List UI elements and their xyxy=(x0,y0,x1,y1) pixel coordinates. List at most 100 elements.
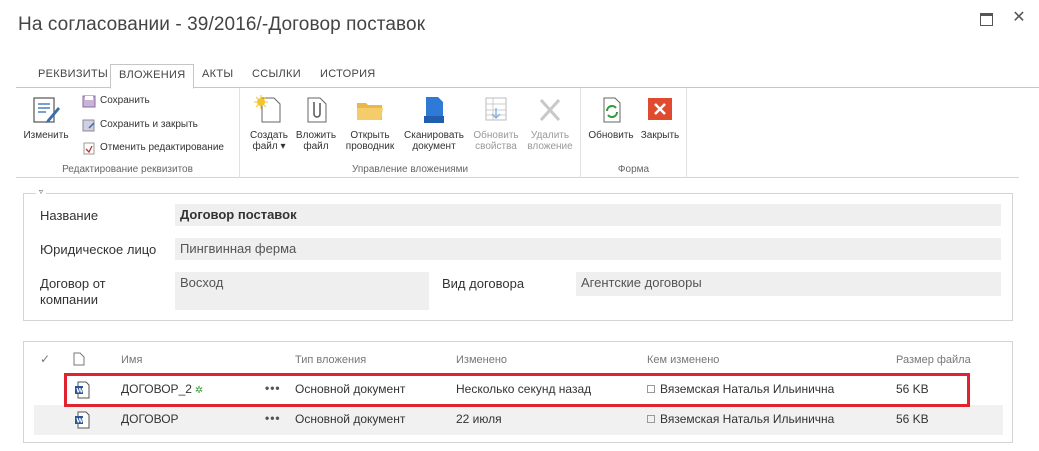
modified-by-name: Вяземская Наталья Ильинична xyxy=(660,382,835,396)
contract-type-label: Вид договора xyxy=(442,276,525,291)
save-close-label: Сохранить и закрыть xyxy=(100,119,198,130)
file-type-header-icon xyxy=(73,352,85,366)
item-menu-button[interactable]: ••• xyxy=(265,381,281,395)
edit-label: Изменить xyxy=(23,130,69,141)
delete-attachment-label-1: Удалить xyxy=(530,130,570,141)
scan-document-button[interactable]: Сканировать документ xyxy=(400,94,468,152)
form-refresh-label: Обновить xyxy=(588,130,634,141)
ribbon-tabs: РЕКВИЗИТЫ ВЛОЖЕНИЯ АКТЫ ССЫЛКИ ИСТОРИЯ xyxy=(16,64,1039,89)
tab-history[interactable]: ИСТОРИЯ xyxy=(312,64,384,88)
maximize-icon[interactable] xyxy=(978,10,994,26)
save-close-icon xyxy=(82,119,95,132)
scan-icon xyxy=(424,97,444,123)
modified-by[interactable]: Вяземская Наталья Ильинична xyxy=(647,412,834,426)
file-name[interactable]: ДОГОВОР_2 ✲ xyxy=(121,382,203,396)
file-size: 56 KB xyxy=(896,382,929,396)
refresh-properties-label-1: Обновить xyxy=(473,130,519,141)
create-file-button[interactable]: Создать файл ▾ xyxy=(244,94,294,152)
ribbon-group-attachments: Создать файл ▾ Вложить файл Открыть пров… xyxy=(240,88,581,178)
ribbon-group-label-attachments: Управление вложениями xyxy=(351,164,469,175)
open-explorer-button[interactable]: Открыть проводник xyxy=(340,94,400,152)
column-modified-by[interactable]: Кем изменено xyxy=(647,354,719,366)
create-file-label-1: Создать xyxy=(249,130,288,141)
folder-icon xyxy=(357,103,383,120)
file-size: 56 KB xyxy=(896,412,929,426)
refresh-properties-button[interactable]: Обновить свойства xyxy=(470,94,522,152)
collapse-caret-icon[interactable]: ▿ xyxy=(36,187,46,197)
save-label: Сохранить xyxy=(100,95,150,106)
file-name[interactable]: ДОГОВОР xyxy=(121,412,179,426)
edit-button[interactable]: Изменить xyxy=(22,94,70,141)
name-value: Договор поставок xyxy=(175,204,1001,226)
page-title: На согласовании - 39/2016/-Договор поста… xyxy=(18,14,426,35)
svg-text:W: W xyxy=(76,387,83,395)
save-button[interactable]: Сохранить xyxy=(80,93,150,109)
company-label-1: Договор от xyxy=(40,276,106,291)
open-explorer-label-1: Открыть xyxy=(350,130,390,141)
close-red-icon xyxy=(648,98,672,120)
tab-requisites[interactable]: РЕКВИЗИТЫ xyxy=(30,64,116,88)
attachment-type: Основной документ xyxy=(295,412,406,426)
presence-indicator xyxy=(647,385,655,393)
close-icon[interactable]: ✕ xyxy=(1011,10,1027,26)
presence-indicator xyxy=(647,415,655,423)
form-close-label: Закрыть xyxy=(640,130,680,141)
modified-date: 22 июля xyxy=(456,412,502,426)
company-label: Договор от компании xyxy=(40,276,106,308)
refresh-properties-label-2: свойства xyxy=(475,141,517,152)
ribbon-group-label-edit: Редактирование реквизитов xyxy=(62,164,193,175)
refresh-icon xyxy=(603,97,621,123)
save-icon xyxy=(82,95,96,108)
delete-attachment-label-2: вложение xyxy=(527,141,573,152)
create-file-label-2: файл ▾ xyxy=(252,141,286,152)
ribbon-group-form: Обновить Закрыть Форма xyxy=(581,88,687,178)
select-all-checkbox[interactable]: ✓ xyxy=(40,352,50,366)
legal-entity-label: Юридическое лицо xyxy=(40,242,157,257)
scan-document-label-2: документ xyxy=(412,141,456,152)
table-row[interactable]: W ДОГОВОР_2 ✲ ••• Основной документ Неско… xyxy=(34,375,1003,405)
contract-type-value: Агентские договоры xyxy=(576,272,1001,296)
table-row[interactable]: W ДОГОВОР ••• Основной документ 22 июля … xyxy=(34,405,1003,435)
tab-links[interactable]: ССЫЛКИ xyxy=(244,64,309,88)
tab-acts[interactable]: АКТЫ xyxy=(194,64,241,88)
cancel-edit-icon xyxy=(83,142,95,155)
legal-entity-value: Пингвинная ферма xyxy=(175,238,1001,260)
paperclip-icon xyxy=(307,97,327,123)
modified-by[interactable]: Вяземская Наталья Ильинична xyxy=(647,382,834,396)
word-document-icon: W xyxy=(75,411,90,429)
open-explorer-label-2: проводник xyxy=(345,141,395,152)
attach-file-label-2: файл xyxy=(303,141,329,152)
scan-document-label-1: Сканировать xyxy=(404,130,464,141)
cancel-edit-button[interactable]: Отменить редактирование xyxy=(80,140,224,156)
name-label: Название xyxy=(40,208,99,223)
company-label-2: компании xyxy=(40,292,98,307)
delete-x-icon xyxy=(539,98,561,122)
svg-text:W: W xyxy=(76,417,83,425)
form-close-button[interactable]: Закрыть xyxy=(637,94,683,141)
ribbon-group-edit: Изменить Сохранить Сохранить и закрыть О… xyxy=(16,88,240,178)
edit-form-icon xyxy=(33,97,60,123)
attachment-type: Основной документ xyxy=(295,382,406,396)
tab-attachments[interactable]: ВЛОЖЕНИЯ xyxy=(110,64,195,89)
company-value: Восход xyxy=(175,272,429,310)
attach-file-button[interactable]: Вложить файл xyxy=(292,94,340,152)
attach-file-label-1: Вложить xyxy=(295,130,337,141)
item-menu-button[interactable]: ••• xyxy=(265,411,281,425)
form-refresh-button[interactable]: Обновить xyxy=(585,94,637,141)
delete-attachment-button[interactable]: Удалить вложение xyxy=(524,94,576,152)
file-name-text: ДОГОВОР xyxy=(121,412,179,426)
ribbon: Изменить Сохранить Сохранить и закрыть О… xyxy=(16,88,1019,178)
column-modified[interactable]: Изменено xyxy=(456,354,507,366)
column-size[interactable]: Размер файла xyxy=(896,354,971,366)
ribbon-group-label-form: Форма xyxy=(617,164,650,175)
modified-date: Несколько секунд назад xyxy=(456,382,592,396)
column-name[interactable]: Имя xyxy=(121,354,142,366)
modified-by-name: Вяземская Наталья Ильинична xyxy=(660,412,835,426)
cancel-edit-label: Отменить редактирование xyxy=(100,142,224,153)
table-refresh-icon xyxy=(485,97,507,121)
file-name-text: ДОГОВОР_2 xyxy=(121,382,192,396)
column-type[interactable]: Тип вложения xyxy=(295,354,366,366)
save-and-close-button[interactable]: Сохранить и закрыть xyxy=(80,117,198,133)
new-file-icon xyxy=(254,95,281,123)
new-item-icon: ✲ xyxy=(194,385,204,396)
